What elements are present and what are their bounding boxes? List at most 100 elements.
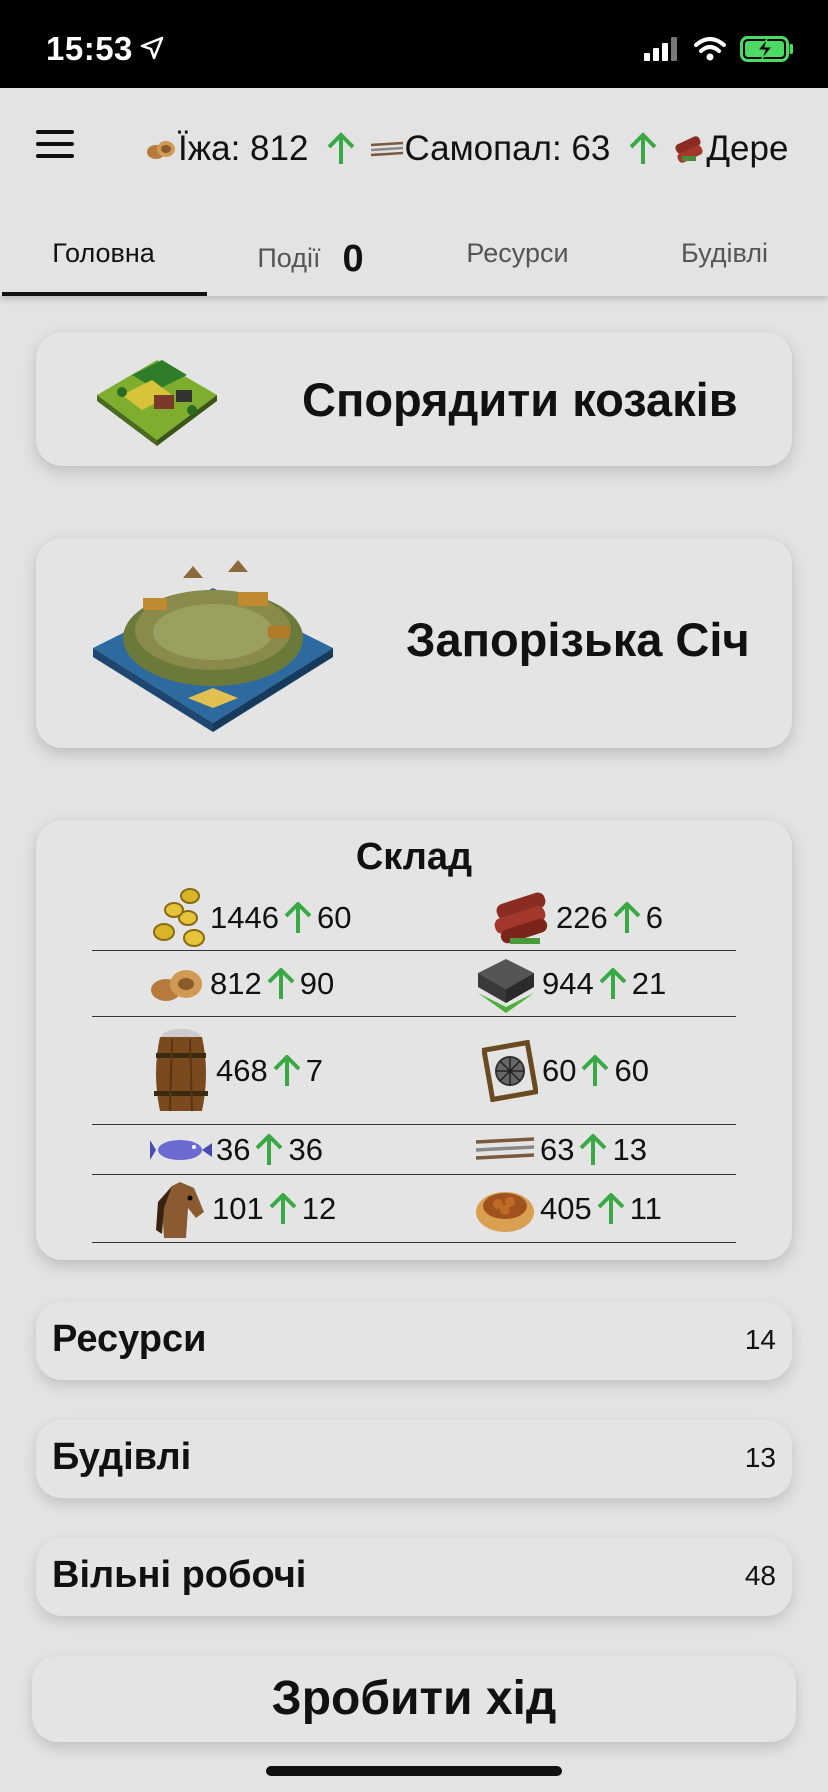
tab-label: Будівлі xyxy=(681,238,768,268)
ticker-item-musket: Самопал: 63 xyxy=(370,129,658,169)
gold-coins-icon xyxy=(153,888,205,947)
storage-item-musket: 63 13 xyxy=(474,1126,651,1174)
arrow-up-icon xyxy=(269,1193,297,1224)
wood-logs-icon xyxy=(494,892,548,944)
ticker-item-wood: Дере xyxy=(672,129,788,169)
signal-icon xyxy=(644,37,677,61)
storage-delta: 36 xyxy=(288,1132,323,1167)
storage-value: 101 xyxy=(212,1191,264,1226)
arrow-up-icon xyxy=(613,902,641,933)
zaporizhian-sich-card[interactable]: Запорізька Січ xyxy=(36,538,792,748)
make-turn-button[interactable]: Зробити хід xyxy=(32,1656,796,1742)
storage-delta: 13 xyxy=(612,1132,647,1167)
musket-icon xyxy=(371,141,404,157)
storage-value: 405 xyxy=(540,1191,592,1226)
equip-cossacks-card[interactable]: Спорядити козаків xyxy=(36,332,792,466)
top-bar: Їжа: 812 Самопал: 63 Дере Головна Події … xyxy=(0,88,828,296)
storage-value: 1446 xyxy=(210,900,279,935)
location-arrow-icon xyxy=(140,36,164,60)
equip-cossacks-label: Спорядити козаків xyxy=(302,373,738,426)
storage-item-wood: 226 6 xyxy=(490,886,667,950)
tanning-frame-icon xyxy=(482,1040,538,1102)
menu-icon[interactable] xyxy=(36,130,74,160)
section-count: 13 xyxy=(744,1442,776,1473)
barrel-icon xyxy=(154,1029,208,1112)
wifi-icon xyxy=(694,37,726,61)
storage-item-bread-basket: 405 11 xyxy=(474,1176,666,1242)
section-count: 48 xyxy=(744,1560,776,1591)
storage-value: 812 xyxy=(210,966,262,1001)
storage-row: 468 7 60 60 xyxy=(92,1018,736,1125)
storage-delta: 12 xyxy=(301,1191,337,1226)
section-buildings[interactable]: Будівлі 13 xyxy=(36,1420,792,1498)
bread-basket-icon xyxy=(476,1192,534,1232)
food-icon xyxy=(151,970,202,1001)
status-time: 15:53 xyxy=(46,30,133,67)
sich-label: Запорізька Січ xyxy=(406,613,750,666)
storage-item-horse: 101 12 xyxy=(150,1176,340,1242)
storage-delta: 7 xyxy=(305,1053,323,1088)
section-free-workers[interactable]: Вільні робочі 48 xyxy=(36,1538,792,1616)
arrow-up-icon xyxy=(580,1134,607,1165)
events-count-badge: 0 xyxy=(342,238,364,280)
storage-row: 36 36 63 13 xyxy=(92,1126,736,1175)
storage-value: 944 xyxy=(542,966,594,1001)
storage-title: Склад xyxy=(355,836,473,878)
storage-delta: 60 xyxy=(614,1053,649,1088)
storage-item-gold: 1446 60 xyxy=(150,886,355,950)
storage-delta: 90 xyxy=(299,966,335,1001)
storage-value: 60 xyxy=(542,1053,577,1088)
section-resources[interactable]: Ресурси 14 xyxy=(36,1302,792,1380)
storage-value: 36 xyxy=(216,1132,251,1167)
arrow-up-icon xyxy=(629,132,657,164)
arrow-up-icon xyxy=(284,902,312,933)
storage-delta: 6 xyxy=(645,900,663,935)
tab-label: Ресурси xyxy=(466,238,569,268)
arrow-up-icon xyxy=(599,968,627,999)
storage-item-stone: 944 21 xyxy=(474,952,670,1016)
storage-delta: 11 xyxy=(629,1191,662,1226)
stone-icon xyxy=(478,959,534,1013)
storage-value: 63 xyxy=(540,1132,575,1167)
arrow-up-icon xyxy=(256,1134,283,1165)
musket-icon xyxy=(475,1137,535,1160)
storage-item-fish: 36 36 xyxy=(150,1126,327,1174)
tab-events[interactable]: Події 0 xyxy=(207,216,414,296)
horse-icon xyxy=(156,1182,204,1238)
storage-item-food: 812 90 xyxy=(150,952,338,1016)
home-indicator[interactable] xyxy=(266,1766,562,1776)
storage-item-barrel: 468 7 xyxy=(150,1018,327,1124)
wood-icon xyxy=(675,136,703,163)
storage-row: 812 90 944 21 xyxy=(92,952,736,1017)
section-label: Ресурси xyxy=(52,1318,207,1360)
storage-delta: 21 xyxy=(631,966,667,1001)
arrow-up-icon xyxy=(597,1193,625,1224)
storage-value: 226 xyxy=(556,900,608,935)
battery-charging-icon xyxy=(740,36,793,62)
arrow-up-icon xyxy=(582,1055,609,1086)
storage-item-tanning-frame: 60 60 xyxy=(482,1018,653,1124)
cossack-camp-icon xyxy=(97,360,217,446)
storage-card: Склад 1446 60 226 6 812 90 944 21 468 7 … xyxy=(36,820,792,1260)
fish-icon xyxy=(150,1140,212,1160)
tab-home[interactable]: Головна xyxy=(0,216,207,296)
status-bar: 15:53 xyxy=(0,0,828,88)
storage-value: 468 xyxy=(216,1053,268,1088)
ticker-item-food: Їжа: 812 xyxy=(146,129,356,169)
food-icon xyxy=(147,141,175,159)
tab-bar: Головна Події 0 Ресурси Будівлі xyxy=(0,216,828,296)
ticker-label: Самопал: 63 xyxy=(404,129,611,168)
section-count: 14 xyxy=(744,1324,776,1355)
arrow-up-icon xyxy=(267,968,295,999)
ticker-label: Дере xyxy=(706,129,789,168)
tab-label: Події xyxy=(257,243,321,273)
sich-fortress-icon xyxy=(93,560,333,732)
storage-row: 1446 60 226 6 xyxy=(92,886,736,951)
storage-delta: 60 xyxy=(316,900,352,935)
storage-row: 101 12 405 11 xyxy=(92,1176,736,1243)
ticker-label: Їжа: 812 xyxy=(178,129,309,168)
tab-buildings[interactable]: Будівлі xyxy=(621,216,828,296)
arrow-up-icon xyxy=(273,1055,301,1086)
tab-resources[interactable]: Ресурси xyxy=(414,216,621,296)
tab-label: Головна xyxy=(52,238,155,268)
